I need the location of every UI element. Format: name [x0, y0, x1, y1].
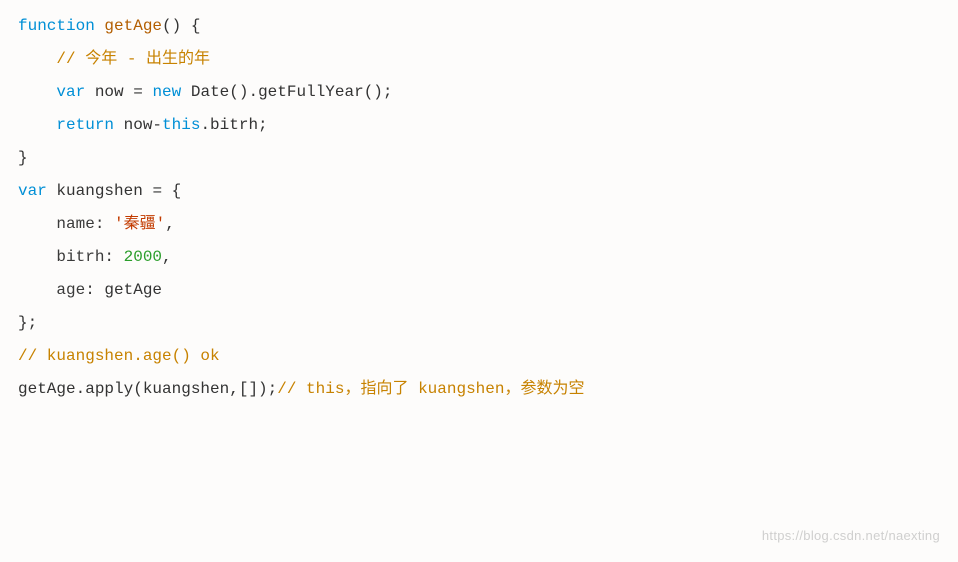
- keyword-this: this: [162, 116, 200, 134]
- property-name: bitrh: [56, 248, 104, 266]
- code-line: };: [18, 307, 940, 340]
- code-block: function getAge() { // 今年 - 出生的年 var now…: [18, 10, 940, 406]
- property-name: name: [56, 215, 94, 233]
- code-line: }: [18, 142, 940, 175]
- code-line: var kuangshen = {: [18, 175, 940, 208]
- comment: // this，指向了 kuangshen，参数为空: [277, 380, 584, 398]
- code-line: age: getAge: [18, 274, 940, 307]
- code-line: name: '秦疆',: [18, 208, 940, 241]
- number-literal: 2000: [124, 248, 162, 266]
- code-line: var now = new Date().getFullYear();: [18, 76, 940, 109]
- code-line: // kuangshen.age() ok: [18, 340, 940, 373]
- code-line: getAge.apply(kuangshen,[]);// this，指向了 k…: [18, 373, 940, 406]
- code-line: function getAge() {: [18, 10, 940, 43]
- keyword-var: var: [18, 182, 47, 200]
- comment: // kuangshen.age() ok: [18, 347, 220, 365]
- keyword-var: var: [56, 83, 85, 101]
- comment: // 今年 - 出生的年: [56, 50, 210, 68]
- watermark: https://blog.csdn.net/naexting: [762, 519, 940, 552]
- keyword-return: return: [56, 116, 114, 134]
- string-literal: '秦疆': [114, 215, 165, 233]
- property-name: age: [56, 281, 85, 299]
- code-line: // 今年 - 出生的年: [18, 43, 940, 76]
- keyword-new: new: [152, 83, 181, 101]
- code-line: bitrh: 2000,: [18, 241, 940, 274]
- function-name: getAge: [104, 17, 162, 35]
- code-line: return now-this.bitrh;: [18, 109, 940, 142]
- keyword-function: function: [18, 17, 95, 35]
